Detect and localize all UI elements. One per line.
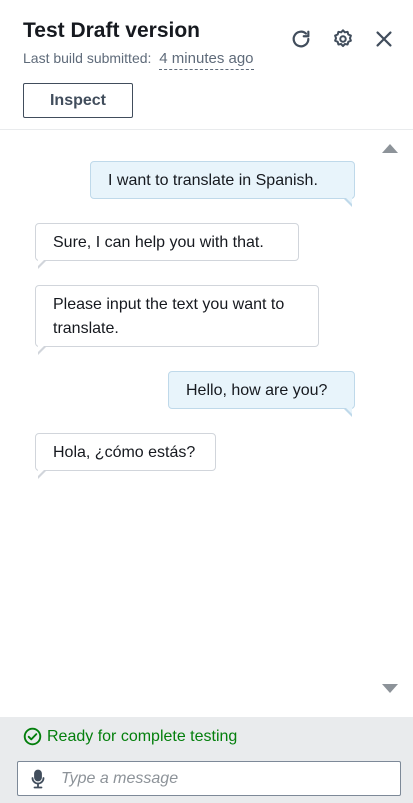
bubble-tail [38, 345, 47, 355]
chat-message-bot: Please input the text you want to transl… [35, 285, 319, 355]
scroll-up-arrow-icon[interactable] [382, 144, 398, 153]
message-input-box[interactable] [17, 761, 401, 796]
testing-status: Ready for complete testing [23, 727, 237, 746]
refresh-icon [292, 30, 310, 48]
panel-header: Test Draft version Last build submitted:… [0, 0, 413, 130]
refresh-button[interactable] [288, 26, 314, 52]
chat-conversation[interactable]: I want to translate in Spanish. Sure, I … [0, 131, 413, 717]
chat-message-user: Hello, how are you? [168, 371, 355, 417]
status-text: Ready for complete testing [47, 727, 238, 745]
build-status-label: Last build submitted: [23, 50, 152, 66]
build-time-link[interactable]: 4 minutes ago [159, 50, 254, 70]
chat-message-bot: Hola, ¿cómo estás? [35, 433, 216, 479]
message-input[interactable] [58, 762, 400, 795]
bubble-tail [38, 469, 47, 479]
message-text: Hola, ¿cómo estás? [53, 444, 196, 461]
chat-message-bot: Sure, I can help you with that. [35, 223, 299, 269]
bubble-tail [343, 197, 352, 207]
scroll-down-arrow-icon[interactable] [382, 684, 398, 693]
close-icon [376, 31, 392, 47]
message-text: Hello, how are you? [186, 382, 328, 399]
inspect-button[interactable]: Inspect [23, 83, 133, 118]
bubble-tail [343, 407, 352, 417]
chat-message-user: I want to translate in Spanish. [90, 161, 355, 207]
settings-button[interactable] [330, 26, 356, 52]
message-text: I want to translate in Spanish. [108, 172, 318, 189]
microphone-button[interactable] [18, 762, 58, 795]
chat-footer: Ready for complete testing [0, 717, 413, 803]
message-text: Please input the text you want to transl… [53, 296, 285, 337]
microphone-icon [31, 769, 45, 788]
page-title: Test Draft version [23, 19, 200, 42]
settings-icon [334, 29, 352, 48]
build-status-subtitle: Last build submitted: 4 minutes ago [23, 50, 254, 70]
bubble-tail [38, 259, 47, 269]
message-text: Sure, I can help you with that. [53, 234, 264, 251]
check-circle-icon [23, 727, 42, 746]
close-button[interactable] [371, 26, 397, 52]
